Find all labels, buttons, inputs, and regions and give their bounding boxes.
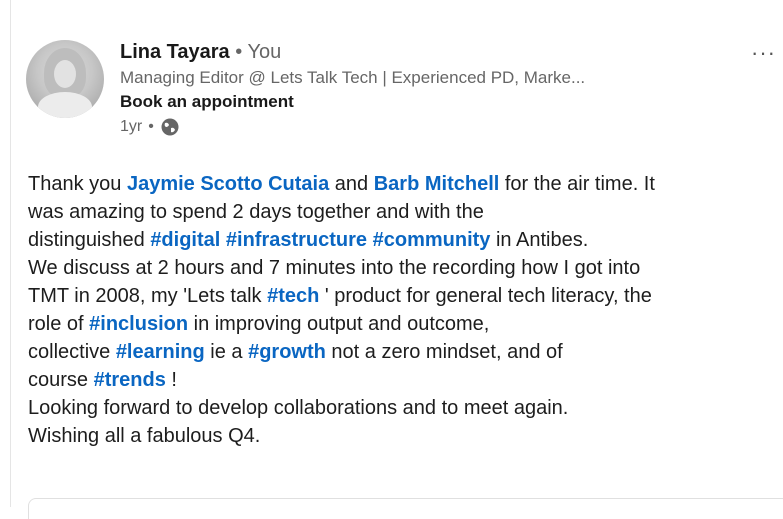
- author-meta: Lina Tayara • You Managing Editor @ Lets…: [120, 38, 585, 140]
- embedded-preview-card[interactable]: [28, 498, 783, 519]
- post-text: course: [28, 369, 94, 391]
- hashtag-inclusion[interactable]: #inclusion: [89, 313, 188, 335]
- post-line: Thank you Jaymie Scotto Cutaia and Barb …: [28, 170, 778, 198]
- post-text: !: [165, 369, 177, 391]
- post-text: ' product for general tech literacy, the: [319, 285, 652, 307]
- post-text: distinguished: [28, 229, 151, 251]
- author-headline: Managing Editor @ Lets Talk Tech | Exper…: [120, 68, 586, 87]
- post-text: TMT in 2008, my 'Lets talk: [28, 285, 268, 307]
- hashtag-trends[interactable]: #trends: [94, 369, 166, 391]
- mention-jaymie[interactable]: Jaymie Scotto Cutaia: [127, 173, 329, 195]
- post-time-row: 1yr •: [120, 114, 585, 140]
- post-line: role of #inclusion in improving output a…: [28, 310, 778, 338]
- author-name-row: Lina Tayara • You: [120, 38, 585, 66]
- book-appointment-link[interactable]: Book an appointment: [120, 90, 585, 114]
- avatar-face: [54, 60, 76, 88]
- mention-barb[interactable]: Barb Mitchell: [374, 173, 500, 195]
- post-text: ie a: [204, 341, 249, 363]
- post-text: and: [329, 173, 374, 195]
- post-line: distinguished #digital #infrastructure #…: [28, 226, 778, 254]
- post-text: collective: [28, 341, 116, 363]
- post-line: Looking forward to develop collaboration…: [28, 394, 778, 422]
- post-line: course #trends !: [28, 366, 778, 394]
- post-line: collective #learning ie a #growth not a …: [28, 338, 778, 366]
- post-text: not a zero mindset, and of: [325, 341, 563, 363]
- more-options-button[interactable]: ···: [751, 40, 776, 66]
- author-name[interactable]: Lina Tayara: [120, 41, 230, 63]
- post-text: Looking forward to develop collaboration…: [28, 397, 569, 419]
- post-header: Lina Tayara • You Managing Editor @ Lets…: [26, 38, 776, 158]
- post-text: Thank you: [28, 173, 127, 195]
- post-text: was amazing to spend 2 days together and…: [28, 201, 484, 223]
- hashtag-digital[interactable]: #digital: [150, 229, 220, 251]
- globe-icon: [161, 118, 179, 136]
- post-time: 1yr: [120, 118, 143, 135]
- author-relation: You: [247, 41, 282, 63]
- time-separator: •: [148, 118, 154, 135]
- post-text: for the air time. It: [499, 173, 655, 195]
- hashtag-learning[interactable]: #learning: [116, 341, 205, 363]
- post-text: in improving output and outcome,: [188, 313, 490, 335]
- post-line: We discuss at 2 hours and 7 minutes into…: [28, 254, 778, 282]
- post-text: Wishing all a fabulous Q4.: [28, 425, 261, 447]
- post-body: Thank you Jaymie Scotto Cutaia and Barb …: [28, 170, 778, 450]
- hashtag-infrastructure[interactable]: #infrastructure: [226, 229, 367, 251]
- avatar-body: [38, 92, 92, 118]
- post-text: in Antibes.: [490, 229, 589, 251]
- hashtag-community[interactable]: #community: [373, 229, 491, 251]
- post-line: TMT in 2008, my 'Lets talk #tech ' produ…: [28, 282, 778, 310]
- hashtag-tech[interactable]: #tech: [267, 285, 319, 307]
- post-line: Wishing all a fabulous Q4.: [28, 422, 778, 450]
- post-line: was amazing to spend 2 days together and…: [28, 198, 778, 226]
- left-border: [10, 0, 11, 507]
- post-text: We discuss at 2 hours and 7 minutes into…: [28, 257, 641, 279]
- hashtag-growth[interactable]: #growth: [248, 341, 326, 363]
- name-separator: •: [235, 41, 243, 63]
- post-text: role of: [28, 313, 90, 335]
- avatar[interactable]: [26, 40, 104, 118]
